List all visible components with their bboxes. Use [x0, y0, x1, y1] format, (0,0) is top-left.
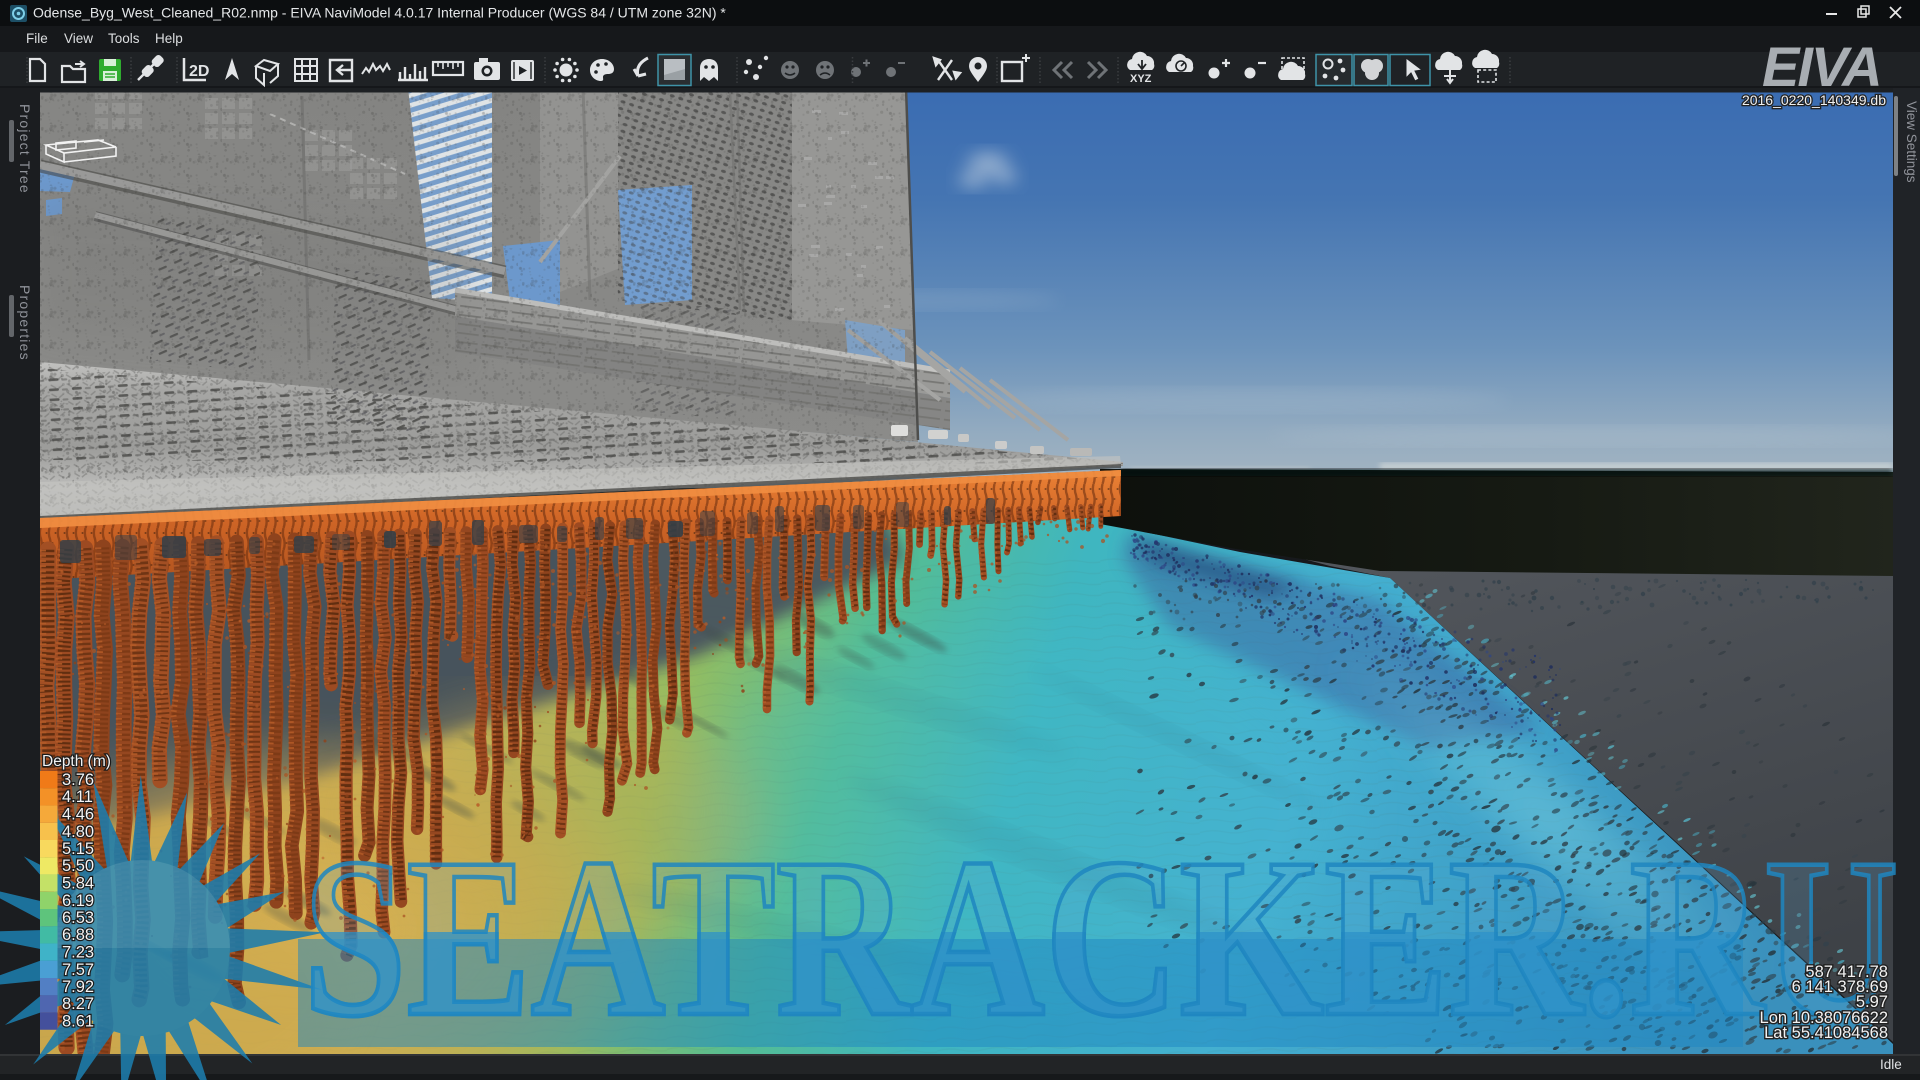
svg-text:Odense_Byg_West_Cleaned_R02.nm: Odense_Byg_West_Cleaned_R02.nmp - EIVA N…	[33, 5, 726, 21]
svg-text:6.53: 6.53	[62, 909, 94, 927]
svg-text:5.84: 5.84	[62, 875, 94, 893]
svg-text:View Settings: View Settings	[1904, 101, 1919, 183]
svg-text:3.76: 3.76	[62, 771, 94, 789]
svg-text:Properties: Properties	[17, 285, 33, 361]
svg-text:6.19: 6.19	[62, 892, 94, 910]
svg-text:Help: Help	[155, 31, 183, 46]
svg-text:EIVA: EIVA	[1762, 35, 1881, 98]
svg-text:7.23: 7.23	[62, 944, 94, 962]
svg-text:Project Tree: Project Tree	[17, 104, 33, 194]
svg-text:7.57: 7.57	[62, 961, 94, 979]
svg-text:Depth (m): Depth (m)	[42, 753, 111, 770]
svg-text:7.92: 7.92	[62, 978, 94, 996]
svg-text:5.15: 5.15	[62, 840, 94, 858]
svg-text:Tools: Tools	[108, 31, 140, 46]
svg-text:6.88: 6.88	[62, 926, 94, 944]
svg-text:4.11: 4.11	[62, 788, 93, 806]
svg-text:2D: 2D	[189, 63, 209, 80]
svg-text:4.80: 4.80	[62, 823, 94, 841]
svg-text:8.61: 8.61	[62, 1013, 94, 1031]
svg-text:Lat 55.41084568: Lat 55.41084568	[1764, 1024, 1888, 1042]
svg-text:4.46: 4.46	[62, 806, 94, 824]
svg-text:8.27: 8.27	[62, 995, 94, 1013]
svg-text:File: File	[26, 31, 48, 46]
svg-text:View: View	[64, 31, 93, 46]
svg-text:5.50: 5.50	[62, 857, 94, 875]
svg-text:XYZ: XYZ	[1130, 73, 1152, 85]
svg-text:2016_0220_140349.db: 2016_0220_140349.db	[1742, 92, 1886, 108]
